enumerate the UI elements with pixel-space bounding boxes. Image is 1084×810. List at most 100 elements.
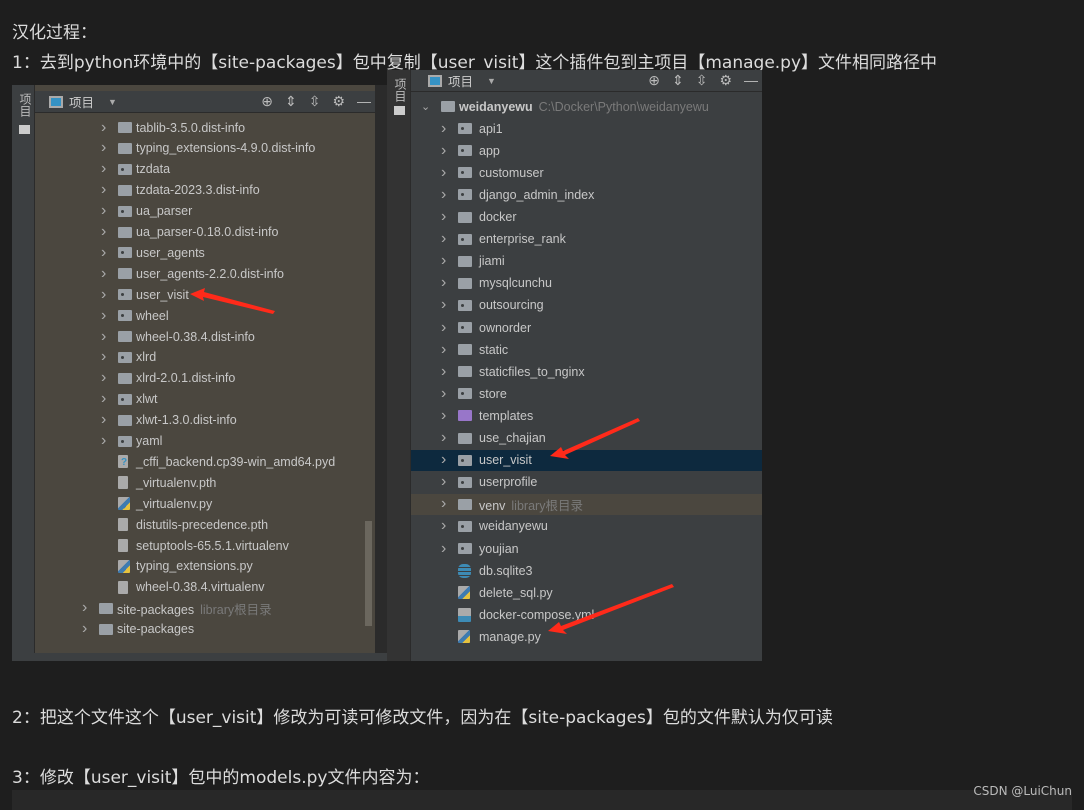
chevron-right-icon[interactable]: › [101, 139, 106, 157]
tree-item[interactable]: › ownorder [411, 317, 762, 338]
chevron-right-icon[interactable]: › [101, 307, 106, 325]
tree-item[interactable]: › docker [411, 207, 762, 228]
tree-item[interactable]: › xlwt-1.3.0.dist-info [35, 410, 375, 431]
chevron-right-icon[interactable]: › [101, 328, 106, 346]
tree-item[interactable]: › site-packages [35, 619, 375, 640]
tree-item[interactable]: › app [411, 140, 762, 161]
tree-item[interactable]: › user_agents [35, 242, 375, 263]
tree-item[interactable]: › tablib-3.5.0.dist-info [35, 117, 375, 138]
chevron-right-icon[interactable]: › [101, 265, 106, 283]
chevron-right-icon[interactable]: › [101, 223, 106, 241]
expand-all-icon[interactable]: ⇕ [672, 72, 684, 89]
tree-item[interactable]: › tzdata [35, 159, 375, 180]
project-tool-tab[interactable]: 项目 [17, 93, 34, 117]
tree-item[interactable]: _virtualenv.pth [35, 472, 375, 493]
tree-item[interactable]: › wheel [35, 305, 375, 326]
tree-item[interactable]: › api1 [411, 118, 762, 139]
chevron-down-icon[interactable]: ▼ [108, 97, 117, 107]
chevron-right-icon[interactable]: › [101, 286, 106, 304]
tree-item[interactable]: › site-packages library根目录 [35, 598, 375, 619]
collapse-all-icon[interactable]: ⇳ [696, 72, 708, 89]
chevron-right-icon[interactable]: › [101, 244, 106, 262]
tree-item[interactable]: › mysqlcunchu [411, 273, 762, 294]
chevron-right-icon[interactable]: › [441, 274, 446, 292]
collapse-all-icon[interactable]: ⇳ [309, 93, 321, 110]
tree-item[interactable]: _cffi_backend.cp39-win_amd64.pyd [35, 451, 375, 472]
tree-item[interactable]: › xlrd [35, 347, 375, 368]
tree-item[interactable]: › userprofile [411, 472, 762, 493]
tree-item[interactable]: › tzdata-2023.3.dist-info [35, 180, 375, 201]
chevron-right-icon[interactable]: › [441, 429, 446, 447]
tree-item[interactable]: › xlwt [35, 389, 375, 410]
chevron-right-icon[interactable]: › [101, 119, 106, 137]
chevron-right-icon[interactable]: › [101, 202, 106, 220]
chevron-right-icon[interactable]: › [441, 296, 446, 314]
chevron-right-icon[interactable]: › [441, 252, 446, 270]
tree-item[interactable]: distutils-precedence.pth [35, 514, 375, 535]
tree-item[interactable]: › django_admin_index [411, 184, 762, 205]
chevron-right-icon[interactable]: › [101, 348, 106, 366]
tree-item[interactable]: › user_agents-2.2.0.dist-info [35, 263, 375, 284]
chevron-right-icon[interactable]: › [441, 451, 446, 469]
tree-item[interactable]: › venv library根目录 [411, 493, 762, 515]
chevron-right-icon[interactable]: › [441, 540, 446, 558]
locate-icon[interactable]: ⊕ [648, 72, 660, 89]
tree-item[interactable]: › user_visit [35, 284, 375, 305]
chevron-right-icon[interactable]: › [101, 411, 106, 429]
tree-item[interactable]: › yaml [35, 431, 375, 452]
chevron-right-icon[interactable]: › [441, 341, 446, 359]
chevron-right-icon[interactable]: › [441, 407, 446, 425]
chevron-right-icon[interactable]: › [441, 230, 446, 248]
tree-item[interactable]: › customuser [411, 162, 762, 183]
chevron-right-icon[interactable]: › [441, 319, 446, 337]
tree-item[interactable]: › enterprise_rank [411, 229, 762, 250]
tree-item[interactable]: setuptools-65.5.1.virtualenv [35, 535, 375, 556]
tree-item[interactable]: › templates [411, 405, 762, 426]
tree-item[interactable]: › wheel-0.38.4.dist-info [35, 326, 375, 347]
tree-item[interactable]: db.sqlite3 [411, 560, 762, 581]
tree-item[interactable]: › weidanyewu [411, 516, 762, 537]
tree-item[interactable]: manage.py [411, 626, 762, 647]
tree-item[interactable]: › outsourcing [411, 295, 762, 316]
chevron-right-icon[interactable]: › [441, 208, 446, 226]
minimize-icon[interactable]: — [744, 72, 758, 89]
tree-item[interactable]: wheel-0.38.4.virtualenv [35, 577, 375, 598]
tree-item[interactable]: docker-compose.yml [411, 604, 762, 625]
project-tool-tab[interactable]: 项目 [392, 78, 409, 102]
chevron-right-icon[interactable]: › [441, 186, 446, 204]
chevron-right-icon[interactable]: › [441, 517, 446, 535]
chevron-right-icon[interactable]: › [441, 164, 446, 182]
tree-item[interactable]: › youjian [411, 538, 762, 559]
chevron-down-icon[interactable]: ▼ [487, 76, 496, 86]
chevron-down-icon[interactable]: ⌄ [421, 100, 430, 113]
chevron-right-icon[interactable]: › [101, 160, 106, 178]
tree-item[interactable]: › store [411, 383, 762, 404]
tree-item[interactable]: › xlrd-2.0.1.dist-info [35, 368, 375, 389]
expand-all-icon[interactable]: ⇕ [285, 93, 297, 110]
minimize-icon[interactable]: — [357, 93, 371, 110]
gear-icon[interactable]: ⚙ [332, 93, 345, 110]
tree-item[interactable]: delete_sql.py [411, 582, 762, 603]
chevron-right-icon[interactable]: › [101, 181, 106, 199]
tree-root[interactable]: ⌄ weidanyewu C:\Docker\Python\weidanyewu [411, 96, 762, 117]
chevron-right-icon[interactable]: › [82, 620, 87, 638]
tree-item[interactable]: _virtualenv.py [35, 493, 375, 514]
tree-item[interactable]: › ua_parser-0.18.0.dist-info [35, 222, 375, 243]
tree-item[interactable]: › ua_parser [35, 201, 375, 222]
tree-item[interactable]: › static [411, 339, 762, 360]
chevron-right-icon[interactable]: › [441, 473, 446, 491]
locate-icon[interactable]: ⊕ [261, 93, 273, 110]
chevron-right-icon[interactable]: › [101, 390, 106, 408]
chevron-right-icon[interactable]: › [441, 120, 446, 138]
chevron-right-icon[interactable]: › [101, 369, 106, 387]
tree-item[interactable]: › user_visit [411, 449, 762, 471]
chevron-right-icon[interactable]: › [441, 495, 446, 513]
tree-item[interactable]: typing_extensions.py [35, 556, 375, 577]
chevron-right-icon[interactable]: › [82, 599, 87, 617]
scrollbar[interactable] [365, 521, 372, 626]
tree-item[interactable]: › jiami [411, 251, 762, 272]
chevron-right-icon[interactable]: › [441, 385, 446, 403]
chevron-right-icon[interactable]: › [441, 363, 446, 381]
gear-icon[interactable]: ⚙ [719, 72, 732, 89]
tree-item[interactable]: › typing_extensions-4.9.0.dist-info [35, 138, 375, 159]
